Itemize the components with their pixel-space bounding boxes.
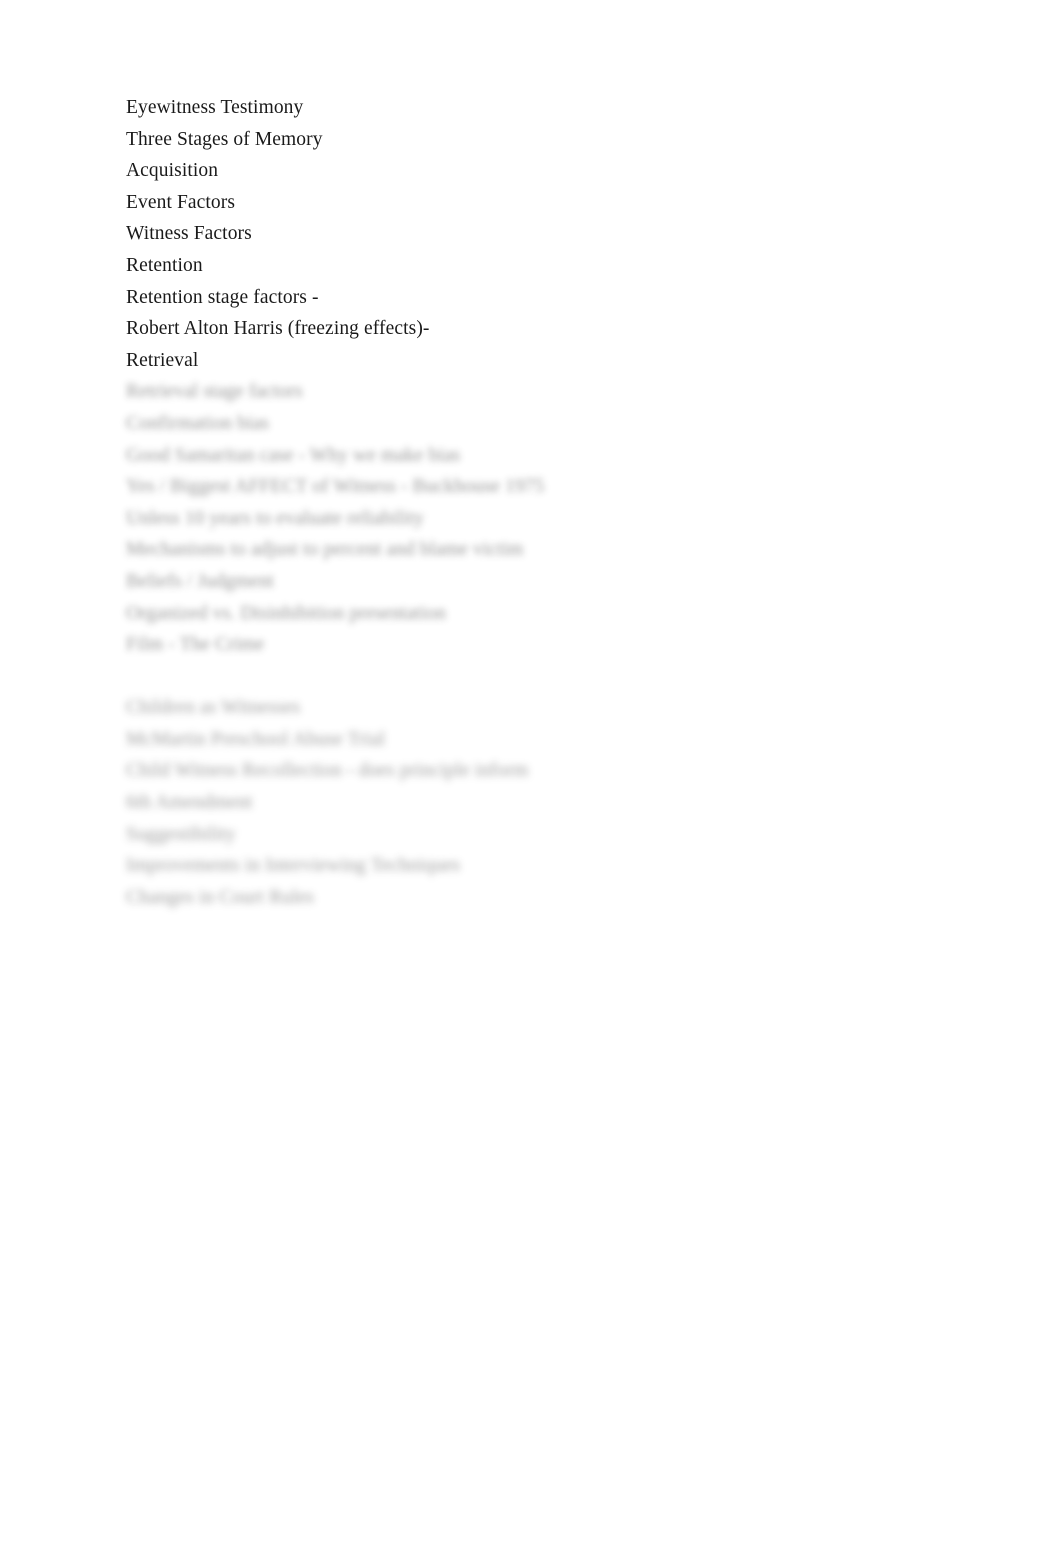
obscured-document-line: Improvements in Interviewing Techniques	[126, 855, 461, 877]
document-line: Event Factors	[126, 191, 236, 213]
document-line: Acquisition	[126, 160, 219, 182]
document-line: Retention stage factors -	[126, 286, 319, 308]
obscured-document-line: Unless 10 years to evaluate reliability	[126, 507, 424, 529]
obscured-document-line: Children as Witnesses	[126, 697, 301, 719]
obscured-document-line: Confirmation bias	[126, 412, 270, 434]
obscured-document-line: Film - The Crime	[126, 634, 265, 656]
document-line: Retention	[126, 254, 203, 276]
document-line: Robert Alton Harris (freezing effects)-	[126, 318, 430, 340]
document-page: Eyewitness Testimony Three Stages of Mem…	[0, 0, 1062, 1561]
obscured-document-line: Mechanisms to adjust to percent and blam…	[126, 539, 524, 561]
obscured-document-line: Beliefs / Judgment	[126, 570, 275, 592]
document-line: Eyewitness Testimony	[126, 97, 304, 118]
obscured-document-line: 6th Amendment	[126, 792, 253, 814]
document-line: Witness Factors	[126, 223, 252, 245]
document-line: Three Stages of Memory	[126, 128, 323, 150]
obscured-document-line: Yes / Biggest AFFECT of Witness - Buckho…	[126, 476, 545, 498]
document-text-column: Eyewitness Testimony Three Stages of Mem…	[126, 92, 1006, 913]
obscured-document-line: Retrieval stage factors	[126, 381, 303, 403]
obscured-document-line: Organized vs. Disinhibition presentation	[126, 602, 446, 624]
obscured-document-line: Good Samaritan case - Why we make bias	[126, 444, 461, 466]
obscured-document-line: Suggestibility	[126, 823, 236, 845]
obscured-document-line: McMartin Preschool Abuse Trial	[126, 728, 386, 750]
obscured-document-line: Changes in Court Rules	[126, 886, 314, 908]
obscured-document-line: Child Witness Recollection - does princi…	[126, 760, 529, 782]
document-line: Retrieval	[126, 349, 199, 371]
